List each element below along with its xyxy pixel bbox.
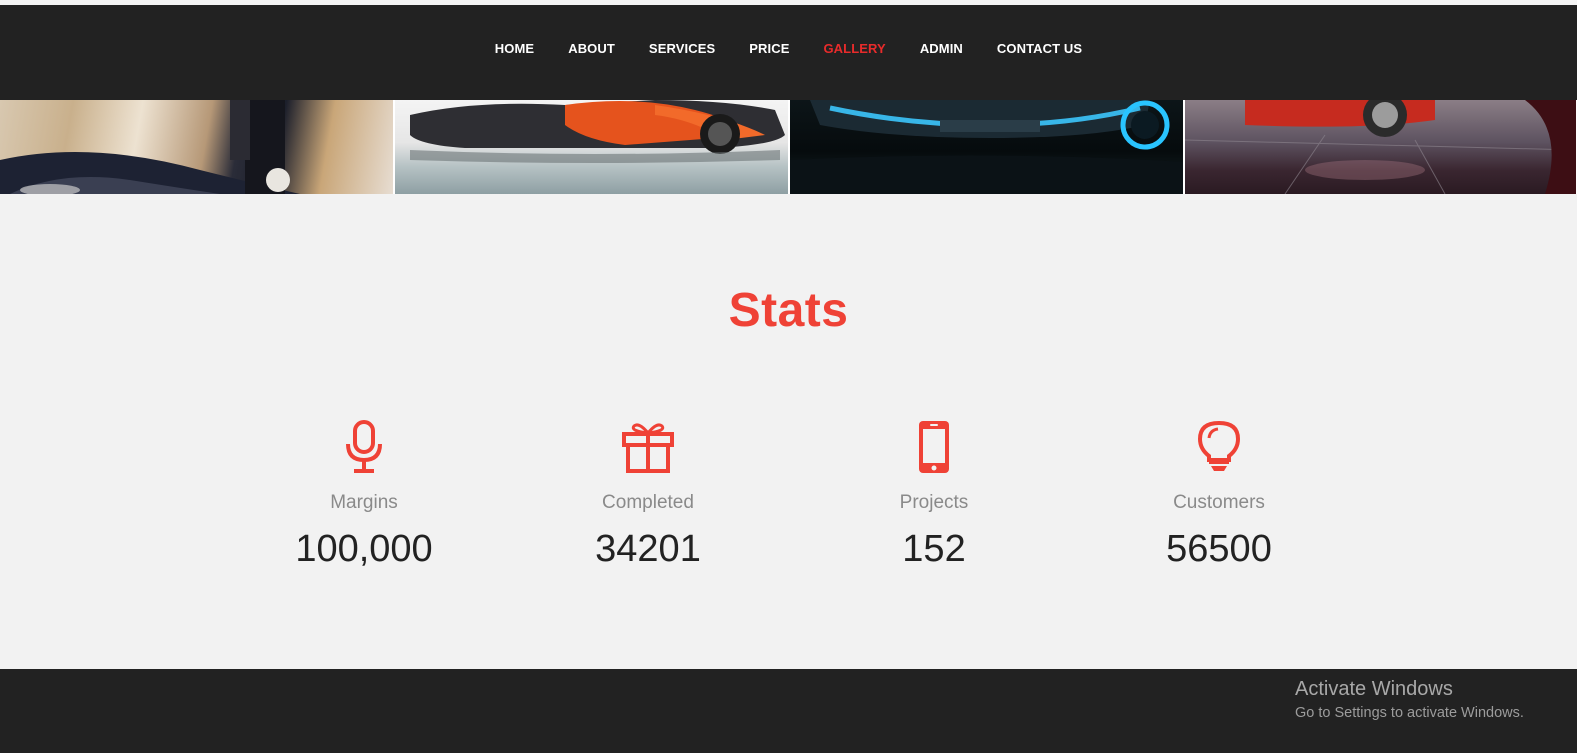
- nav-item-price[interactable]: PRICE: [732, 41, 806, 56]
- orange-supercar-image: [410, 100, 785, 163]
- nav-item-services[interactable]: SERVICES: [632, 41, 732, 56]
- gift-icon: [528, 420, 768, 476]
- stat-label: Margins: [330, 492, 398, 513]
- microphone-icon: [244, 420, 484, 476]
- nav-item-about[interactable]: ABOUT: [551, 41, 632, 56]
- gallery-strip: [0, 100, 1577, 194]
- stat-label: Completed: [602, 492, 694, 513]
- nav-item-contact-us[interactable]: CONTACT US: [980, 41, 1099, 56]
- stat-completed: Completed 34201: [528, 420, 768, 571]
- stat-value: 152: [902, 528, 966, 570]
- blue-concept-car-image: [790, 100, 1183, 194]
- gallery-image-1[interactable]: [0, 100, 393, 194]
- navbar: HOME ABOUT SERVICES PRICE GALLERY ADMIN …: [0, 5, 1577, 100]
- stat-customers: Customers 56500: [1099, 420, 1339, 571]
- stat-label: Customers: [1173, 492, 1265, 513]
- stat-value: 100,000: [295, 528, 433, 570]
- car-hood-image: [0, 100, 300, 194]
- lightbulb-icon: [1099, 420, 1339, 476]
- stats-title: Stats: [728, 284, 849, 337]
- gallery-image-2[interactable]: [395, 100, 788, 194]
- stat-margins: Margins 100,000: [244, 420, 484, 571]
- watermark-title: Activate Windows: [1295, 678, 1453, 700]
- stat-value: 56500: [1166, 528, 1272, 570]
- windows-activation-watermark: Activate Windows Go to Settings to activ…: [1295, 678, 1524, 721]
- red-car-garage-image: [1185, 100, 1576, 194]
- mobile-phone-icon: [814, 420, 1054, 476]
- nav-item-gallery[interactable]: GALLERY: [806, 41, 902, 56]
- stat-projects: Projects 152: [814, 420, 1054, 571]
- gallery-image-3[interactable]: [790, 100, 1183, 194]
- stat-label: Projects: [899, 492, 969, 513]
- watermark-subtitle: Go to Settings to activate Windows.: [1295, 705, 1524, 721]
- gallery-image-4[interactable]: [1185, 100, 1576, 194]
- stat-value: 34201: [595, 528, 701, 570]
- nav-menu: HOME ABOUT SERVICES PRICE GALLERY ADMIN …: [0, 41, 1577, 56]
- nav-item-home[interactable]: HOME: [478, 41, 551, 56]
- nav-item-admin[interactable]: ADMIN: [903, 41, 980, 56]
